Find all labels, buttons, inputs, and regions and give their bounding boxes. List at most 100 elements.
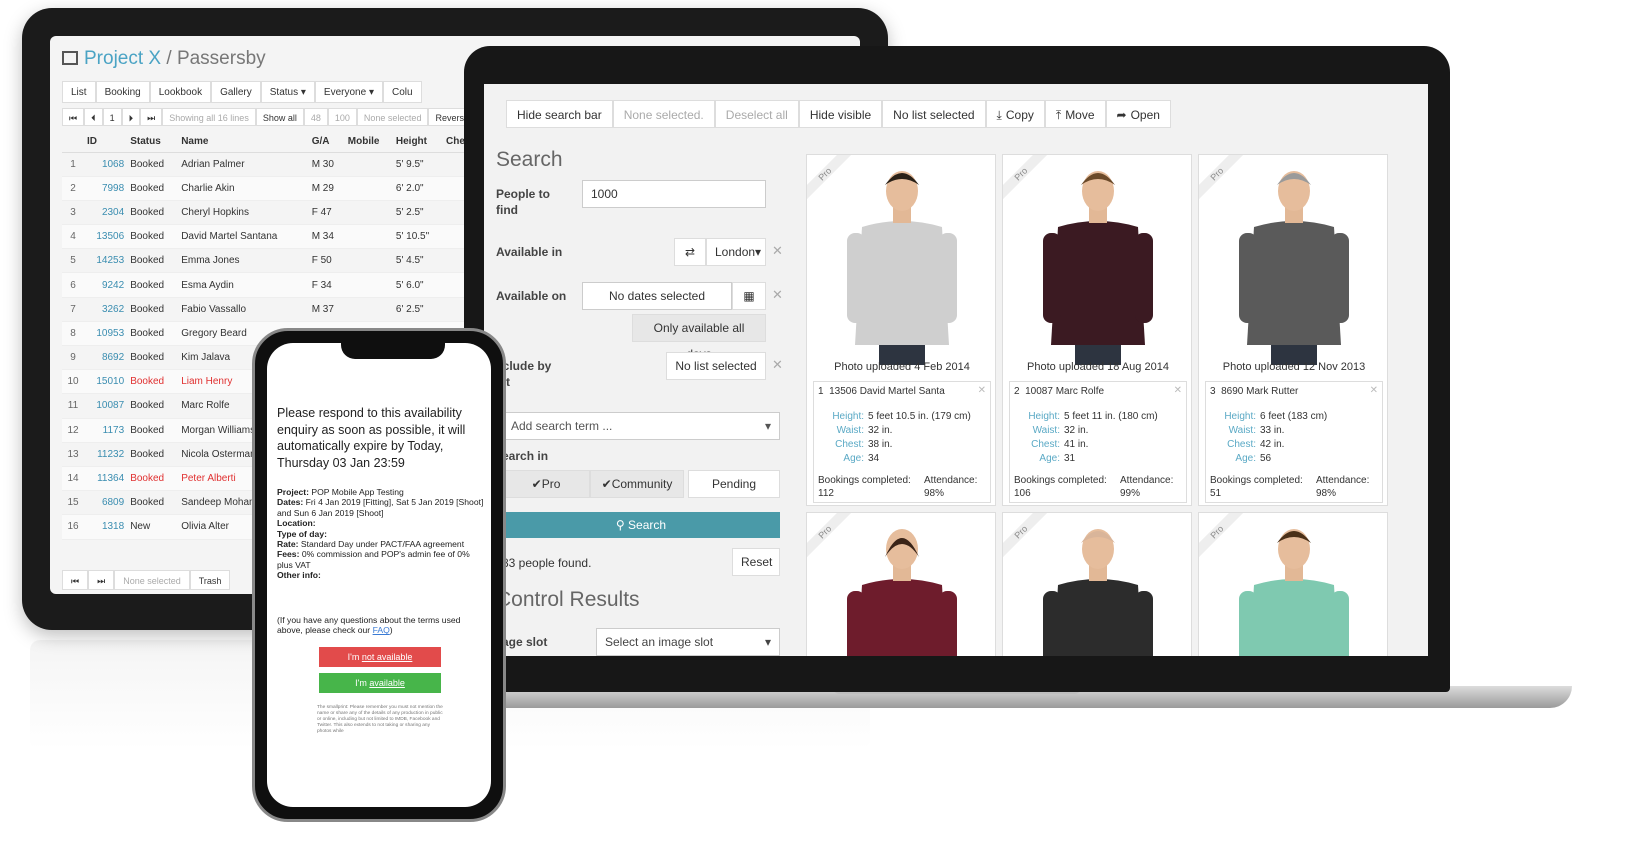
deselect-all-button[interactable]: Deselect all <box>714 100 799 128</box>
pager-control[interactable]: None selected <box>356 108 429 126</box>
pager-control[interactable]: ⏭ <box>140 108 163 126</box>
close-icon[interactable]: ✕ <box>1174 385 1182 396</box>
tablet-bottom-bar: ⏮ ⏭ None selected Trash <box>62 570 231 590</box>
name-cell[interactable]: Charlie Akin <box>178 176 309 201</box>
tablet-toolbar-button[interactable]: Booking <box>95 81 150 103</box>
name-cell[interactable]: Emma Jones <box>178 248 309 274</box>
pager-control[interactable]: ⏴ <box>84 108 103 126</box>
table-row[interactable]: 5 14253 Booked Emma Jones F 50 5' 4.5" <box>62 248 482 274</box>
table-row[interactable]: 1 1068 Booked Adrian Palmer M 30 5' 9.5" <box>62 152 482 177</box>
project-link[interactable]: Project X <box>84 48 161 69</box>
person-id[interactable]: 11364 <box>84 466 128 492</box>
pager-control[interactable]: Showing all 16 lines <box>162 108 256 126</box>
move-button[interactable]: ⤒ Move <box>1044 100 1106 128</box>
person-id[interactable]: 1318 <box>84 514 128 540</box>
person-id[interactable]: 8692 <box>84 345 128 371</box>
table-row[interactable]: 3 2304 Booked Cheryl Hopkins F 47 5' 2.5" <box>62 200 482 226</box>
search-in-pending-toggle[interactable]: Pending <box>688 470 780 498</box>
pager-control[interactable]: ⏮ <box>62 108 85 126</box>
image-slot-select[interactable]: Select an image slot ▾ <box>596 628 780 656</box>
person-id[interactable]: 10087 <box>84 393 128 419</box>
open-button[interactable]: ➦ Open <box>1105 100 1171 128</box>
measurement-key: Height: <box>832 411 864 422</box>
result-card[interactable]: Pro Photo uploaded 4 Feb 2014 1 13506 Davi… <box>806 154 996 506</box>
swap-icon[interactable]: ⇄ <box>674 238 706 266</box>
people-to-find-input[interactable]: 1000 <box>582 180 766 208</box>
clear-exclude-icon[interactable]: ✕ <box>772 357 783 373</box>
person-id[interactable]: 3262 <box>84 297 128 322</box>
hide-visible-button[interactable]: Hide visible <box>798 100 883 128</box>
hide-search-bar-button[interactable]: Hide search bar <box>506 100 613 128</box>
location-dropdown[interactable]: London▾ <box>706 238 766 266</box>
person-id[interactable]: 14253 <box>84 248 128 274</box>
person-id[interactable]: 7998 <box>84 176 128 201</box>
tablet-toolbar-button[interactable]: Colu <box>382 81 422 103</box>
column-header[interactable]: Name <box>178 132 309 153</box>
name-cell[interactable]: David Martel Santana <box>178 224 309 250</box>
search-in-community-toggle[interactable]: ✔Community <box>590 470 684 498</box>
search-term-input[interactable]: Add search term ... ▾ <box>502 412 780 440</box>
table-row[interactable]: 4 13506 Booked David Martel Santana M 34 5' 1… <box>62 224 482 250</box>
person-id[interactable]: 13506 <box>84 224 128 250</box>
person-id[interactable]: 6809 <box>84 490 128 516</box>
table-row[interactable]: 6 9242 Booked Esma Aydin F 34 5' 6.0" <box>62 272 482 298</box>
person-id[interactable]: 10953 <box>84 321 128 347</box>
close-icon[interactable]: ✕ <box>978 385 986 396</box>
person-id[interactable]: 15010 <box>84 369 128 395</box>
pager-control[interactable]: ⏵ <box>121 108 141 126</box>
profile-header[interactable]: 2 10087 Marc Rolfe <box>1014 386 1104 397</box>
exclude-list-dropdown[interactable]: No list selected <box>666 352 766 380</box>
table-row[interactable]: 2 7998 Booked Charlie Akin M 29 6' 2.0" <box>62 176 482 201</box>
bottom-bar-button[interactable]: ⏭ <box>88 570 115 590</box>
bottom-bar-button[interactable]: ⏮ <box>62 570 89 590</box>
column-header[interactable]: Height <box>392 132 444 153</box>
not-available-button[interactable]: I'm not available <box>319 647 441 667</box>
dates-input[interactable]: No dates selected <box>582 282 732 310</box>
pager-control[interactable]: 1 <box>102 108 122 126</box>
clear-dates-icon[interactable]: ✕ <box>772 287 783 303</box>
result-card[interactable]: Pro <box>1198 512 1388 656</box>
pager-control[interactable]: 48 <box>303 108 328 126</box>
profile-header[interactable]: 3 8690 Mark Rutter <box>1210 386 1298 397</box>
tablet-toolbar-button[interactable]: Lookbook <box>149 81 212 103</box>
clear-location-icon[interactable]: ✕ <box>772 243 783 259</box>
search-button[interactable]: ⚲ Search <box>502 512 780 538</box>
result-card[interactable]: Pro Photo uploaded 18 Aug 2014 2 10087 Mar… <box>1002 154 1192 506</box>
column-header[interactable]: ID <box>84 132 128 153</box>
column-header[interactable]: Status <box>127 132 179 153</box>
copy-button[interactable]: ⤓ Copy <box>985 100 1045 128</box>
available-button[interactable]: I'm available <box>319 673 441 693</box>
list-select-button[interactable]: No list selected <box>882 100 986 128</box>
pager-control[interactable]: Show all <box>255 108 304 126</box>
person-id[interactable]: 1173 <box>84 418 128 443</box>
calendar-grid-icon[interactable]: ▦ <box>732 282 766 310</box>
close-icon[interactable]: ✕ <box>1370 385 1378 396</box>
bottom-bar-button[interactable]: None selected <box>114 570 190 590</box>
pager-control[interactable]: 100 <box>327 108 357 126</box>
name-cell[interactable]: Cheryl Hopkins <box>178 200 309 226</box>
only-available-all-days-toggle[interactable]: Only available all days <box>632 314 766 361</box>
bottom-bar-button[interactable]: Trash <box>189 570 231 590</box>
result-card[interactable]: Pro <box>1002 512 1192 656</box>
name-cell[interactable]: Fabio Vassallo <box>178 297 309 322</box>
name-cell[interactable]: Adrian Palmer <box>178 152 309 177</box>
column-header[interactable] <box>62 132 84 153</box>
tablet-toolbar-button[interactable]: Status ▾ <box>260 81 315 103</box>
tablet-toolbar-button[interactable]: Gallery <box>211 81 261 103</box>
column-header[interactable]: Mobile <box>344 132 393 153</box>
name-cell[interactable]: Esma Aydin <box>178 272 309 298</box>
profile-header[interactable]: 1 13506 David Martel Santa <box>818 386 945 397</box>
person-id[interactable]: 11232 <box>84 442 128 467</box>
tablet-toolbar-button[interactable]: Everyone ▾ <box>314 81 383 103</box>
result-card[interactable]: Pro Photo uploaded 12 Nov 2013 3 8690 Mark… <box>1198 154 1388 506</box>
tablet-toolbar-button[interactable]: List <box>62 81 96 103</box>
faq-link[interactable]: FAQ <box>373 625 390 635</box>
person-id[interactable]: 2304 <box>84 200 128 226</box>
table-row[interactable]: 7 3262 Booked Fabio Vassallo M 37 6' 2.5" <box>62 297 482 322</box>
person-id[interactable]: 1068 <box>84 152 128 177</box>
person-id[interactable]: 9242 <box>84 272 128 298</box>
result-card[interactable]: Pro <box>806 512 996 656</box>
column-header[interactable]: G/A <box>308 132 345 153</box>
reset-button[interactable]: Reset <box>732 548 780 576</box>
search-in-pro-toggle[interactable]: ✔Pro <box>502 470 590 498</box>
